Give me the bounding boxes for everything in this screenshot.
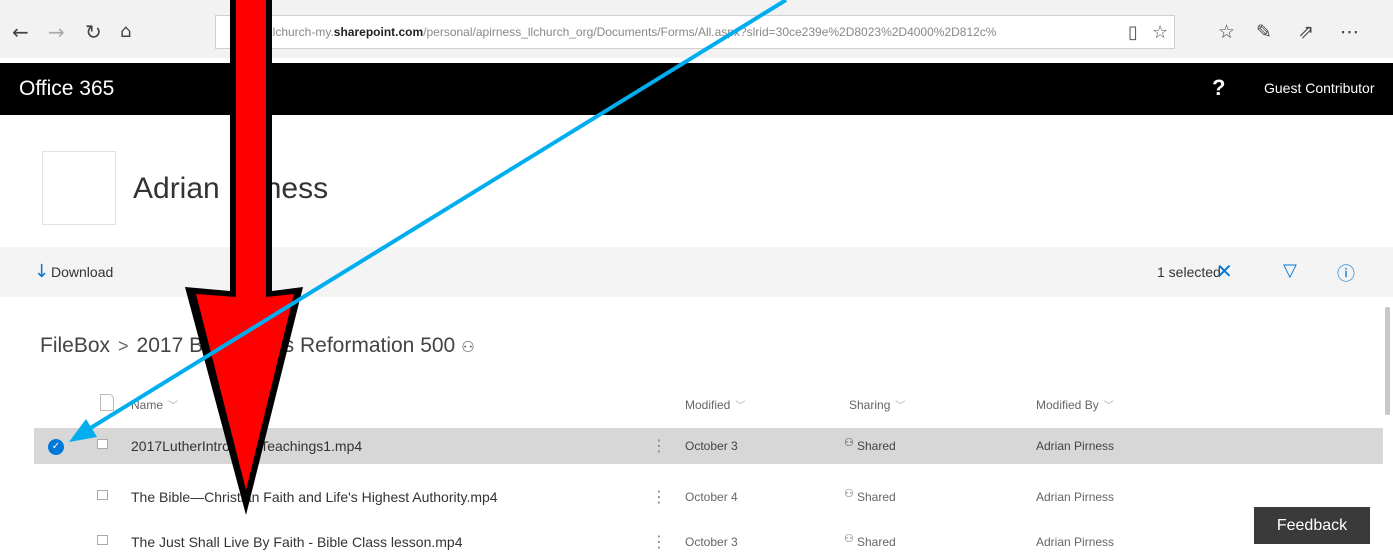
breadcrumb-root[interactable]: FileBox: [40, 334, 110, 357]
modified-date: October 3: [685, 439, 738, 453]
column-modified[interactable]: Modified ﹀: [685, 397, 745, 412]
download-button[interactable]: Download: [51, 264, 113, 280]
column-modified-label: Modified: [685, 398, 731, 412]
more-icon[interactable]: ⋯: [1340, 22, 1359, 42]
file-type-icon[interactable]: [100, 394, 114, 411]
shared-people-icon: ⚇: [844, 436, 854, 449]
chevron-down-icon: ﹀: [735, 401, 746, 412]
home-icon[interactable]: ⌂: [120, 22, 131, 42]
modified-date: October 3: [685, 535, 738, 549]
share-icon[interactable]: ⇗: [1298, 22, 1314, 42]
modified-by: Adrian Pirness: [1036, 439, 1115, 453]
list-item[interactable]: The Bible—Christian Faith and Life's Hig…: [34, 479, 1383, 515]
list-header: Name ﹀ Modified ﹀ Sharing ﹀ Modified By ﹀: [0, 392, 1383, 420]
sharing-status[interactable]: Shared: [857, 490, 896, 504]
file-icon: [97, 490, 108, 500]
modified-by: Adrian Pirness: [1036, 535, 1115, 549]
column-sharing[interactable]: Sharing ﹀: [849, 397, 905, 412]
checkmark-icon[interactable]: ✓: [48, 439, 64, 455]
help-icon[interactable]: ?: [1212, 75, 1225, 101]
more-options-icon[interactable]: ⋮: [651, 532, 667, 551]
app-title[interactable]: Office 365: [19, 77, 114, 101]
list-item[interactable]: ✓ 2017LutherIntro_LifeTeachings1.mp4 ⋮ O…: [34, 428, 1383, 464]
info-icon[interactable]: ⓘ: [1337, 260, 1355, 286]
pen-icon[interactable]: ✎: [1256, 22, 1272, 42]
back-arrow-icon[interactable]: ←: [12, 22, 29, 42]
site-logo: [42, 151, 116, 225]
list-item[interactable]: The Just Shall Live By Faith - Bible Cla…: [34, 524, 1383, 559]
breadcrumb-current: 2017 Bible Class Reformation 500: [136, 334, 456, 357]
suite-header: Office 365 ? Guest Contributor: [0, 63, 1393, 115]
chevron-down-icon: ﹀: [168, 401, 179, 412]
user-name[interactable]: Guest Contributor: [1264, 80, 1375, 96]
filter-icon[interactable]: ▽: [1283, 260, 1297, 281]
column-modified-by[interactable]: Modified By ﹀: [1036, 397, 1114, 412]
feedback-button[interactable]: Feedback: [1254, 507, 1370, 544]
shared-people-icon: ⚇: [461, 338, 475, 356]
scrollbar[interactable]: [1383, 305, 1393, 559]
favorites-hub-icon[interactable]: ☆: [1218, 22, 1235, 42]
selection-count: 1 selected: [1157, 264, 1221, 280]
download-icon[interactable]: ↓: [34, 261, 49, 282]
file-icon: [97, 535, 108, 545]
chevron-down-icon: ﹀: [1103, 401, 1114, 412]
modified-date: October 4: [685, 490, 738, 504]
sharing-status[interactable]: Shared: [857, 439, 896, 453]
address-url: llchurch-my.sharepoint.com/personal/apir…: [270, 25, 997, 39]
shared-people-icon: ⚇: [844, 487, 854, 500]
more-options-icon[interactable]: ⋮: [651, 436, 667, 455]
file-name[interactable]: 2017LutherIntro_LifeTeachings1.mp4: [131, 438, 362, 454]
column-modified-by-label: Modified By: [1036, 398, 1099, 412]
column-name[interactable]: Name ﹀: [131, 397, 178, 412]
star-icon[interactable]: ☆: [1152, 22, 1168, 43]
modified-by: Adrian Pirness: [1036, 490, 1115, 504]
scrollbar-thumb[interactable]: [1385, 307, 1390, 415]
browser-toolbar: ← → ↻ ⌂ llchurch-my.sharepoint.com/perso…: [0, 0, 1393, 58]
chevron-down-icon: ﹀: [895, 401, 906, 412]
command-bar: ↓ Download 1 selected ✕ ▽ ⓘ: [0, 247, 1393, 297]
site-title[interactable]: Adrian Pirness: [133, 172, 328, 206]
shared-people-icon: ⚇: [844, 532, 854, 545]
breadcrumb-separator: >: [118, 336, 129, 356]
file-name[interactable]: The Bible—Christian Faith and Life's Hig…: [131, 489, 498, 505]
sharing-status[interactable]: Shared: [857, 535, 896, 549]
breadcrumb: FileBox >2017 Bible Class Reformation 500…: [40, 334, 475, 358]
more-options-icon[interactable]: ⋮: [651, 487, 667, 506]
close-icon[interactable]: ✕: [1216, 259, 1233, 283]
forward-arrow-icon[interactable]: →: [48, 22, 65, 42]
refresh-icon[interactable]: ↻: [85, 22, 102, 42]
column-sharing-label: Sharing: [849, 398, 891, 412]
file-icon: [97, 439, 108, 449]
file-name[interactable]: The Just Shall Live By Faith - Bible Cla…: [131, 534, 462, 550]
column-name-label: Name: [131, 398, 164, 412]
address-bar[interactable]: llchurch-my.sharepoint.com/personal/apir…: [215, 15, 1175, 49]
reading-view-icon[interactable]: ▯: [1128, 22, 1138, 43]
